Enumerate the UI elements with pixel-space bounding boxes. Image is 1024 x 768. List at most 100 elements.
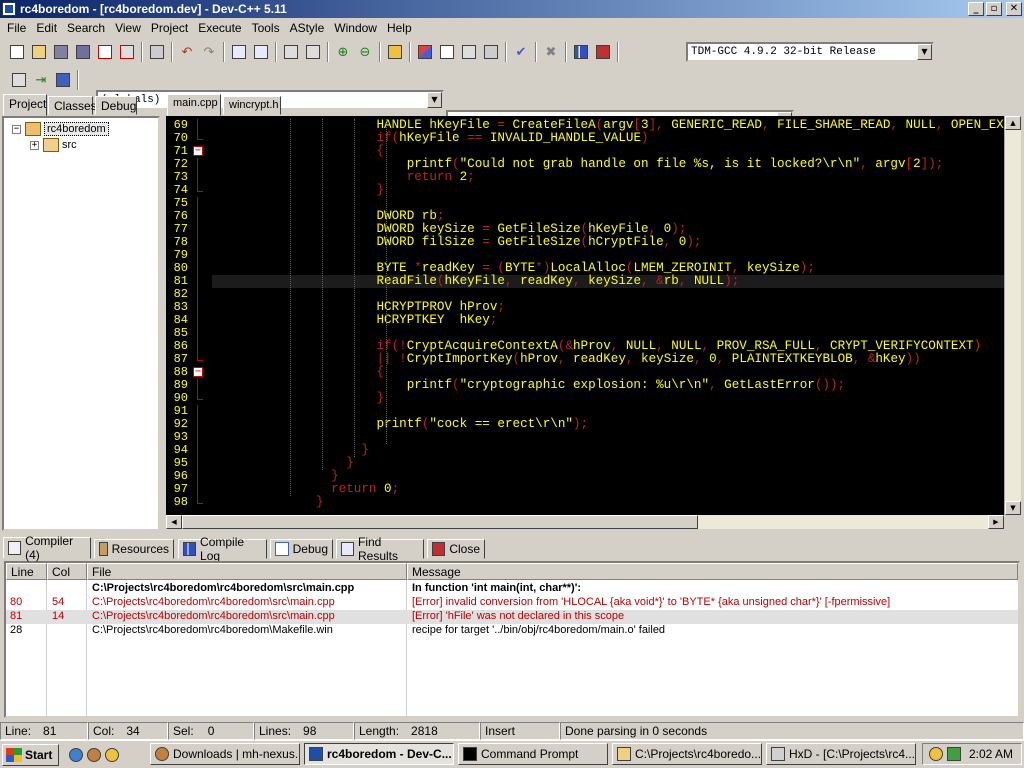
menu-execute[interactable]: Execute bbox=[193, 21, 246, 35]
tab-wincrypt-h[interactable]: wincrypt.h bbox=[223, 96, 281, 115]
search-tray-icon[interactable] bbox=[928, 747, 943, 761]
internet-explorer-icon[interactable] bbox=[69, 747, 84, 762]
code-editor[interactable]: 69 70 71 72 73 74 75 76 77 78 79 80 81 82 83 84 85 86 87 88… bbox=[166, 116, 1004, 515]
tab-resources[interactable]: Resources bbox=[94, 539, 174, 559]
expand-icon[interactable]: + bbox=[30, 140, 39, 150]
tree-item-root[interactable]: − rc4boredom bbox=[12, 122, 109, 136]
tab-classes[interactable]: Classes bbox=[48, 96, 97, 115]
search-icon[interactable] bbox=[105, 747, 120, 762]
taskbar-item-hxd[interactable]: HxD - [C:\Projects\rc4... bbox=[766, 743, 916, 765]
tab-compile-log[interactable]: Compile Log bbox=[178, 535, 267, 563]
print-icon[interactable] bbox=[146, 41, 168, 63]
network-tray-icon[interactable] bbox=[946, 747, 961, 761]
minimize-button[interactable]: _ bbox=[968, 2, 984, 16]
remove-from-project-icon[interactable]: ⊖ bbox=[354, 41, 376, 63]
table-row[interactable]: 28 C:\Projects\rc4boredom\rc4boredom\Make… bbox=[6, 624, 1018, 638]
code-line[interactable]: ReadFile(hKeyFile, readKey, keySize, &rb… bbox=[316, 275, 739, 288]
menu-search[interactable]: Search bbox=[62, 21, 110, 35]
taskbar-item-downloads[interactable]: Downloads | mh-nexus... bbox=[150, 743, 300, 765]
fold-collapse-icon[interactable]: − bbox=[193, 146, 203, 156]
code-line[interactable]: } bbox=[316, 184, 384, 197]
editor-vertical-scrollbar[interactable]: ▲ ▼ bbox=[1004, 116, 1021, 515]
firefox-icon[interactable] bbox=[87, 747, 102, 762]
compiler-select[interactable]: TDM-GCC 4.9.2 32-bit Release ▼ bbox=[686, 42, 934, 62]
scroll-up-icon[interactable]: ▲ bbox=[1005, 116, 1021, 130]
tab-debug[interactable]: Debug bbox=[95, 96, 137, 115]
goto-line-icon[interactable] bbox=[280, 41, 302, 63]
restore-button[interactable]: ▫ bbox=[986, 2, 1002, 16]
table-row[interactable]: 81 14 C:\Projects\rc4boredom\rc4boredom\sr… bbox=[6, 610, 1018, 624]
tab-find-results[interactable]: Find Results bbox=[336, 535, 424, 563]
save-all-icon[interactable] bbox=[72, 41, 94, 63]
taskbar-item-command-prompt[interactable]: Command Prompt bbox=[458, 743, 608, 765]
code-line[interactable]: DWORD filSize = GetFileSize(hCryptFile, … bbox=[316, 236, 701, 249]
menu-file[interactable]: File bbox=[2, 21, 31, 35]
rebuild-all-icon[interactable] bbox=[480, 41, 502, 63]
compile-icon[interactable] bbox=[414, 41, 436, 63]
compiler-messages-table[interactable]: Line Col File Message C:\Projects\rc4bor… bbox=[4, 561, 1020, 718]
table-row[interactable]: 80 54 C:\Projects\rc4boredom\rc4boredom\sr… bbox=[6, 596, 1018, 610]
goto-declaration-icon[interactable]: ⇥ bbox=[30, 69, 52, 91]
column-header-line[interactable]: Line bbox=[6, 563, 47, 580]
compile-run-icon[interactable] bbox=[458, 41, 480, 63]
add-to-project-icon[interactable]: ⊕ bbox=[332, 41, 354, 63]
menu-view[interactable]: View bbox=[110, 21, 146, 35]
code-line[interactable]: HCRYPTKEY hKey; bbox=[316, 314, 497, 327]
syntax-check-icon[interactable]: ✔ bbox=[510, 41, 532, 63]
menu-help[interactable]: Help bbox=[382, 21, 417, 35]
fold-collapse-icon[interactable]: − bbox=[193, 367, 203, 377]
menu-astyle[interactable]: AStyle bbox=[285, 21, 330, 35]
clock[interactable]: 2:02 AM bbox=[969, 747, 1013, 761]
devcpp-app-icon[interactable] bbox=[2, 2, 16, 16]
stop-execution-icon[interactable]: ✖ bbox=[540, 41, 562, 63]
close-file-icon[interactable] bbox=[94, 41, 116, 63]
find-icon[interactable] bbox=[228, 41, 250, 63]
project-options-icon[interactable] bbox=[384, 41, 406, 63]
replace-icon[interactable] bbox=[250, 41, 272, 63]
tab-main-cpp[interactable]: main.cpp bbox=[167, 94, 221, 116]
run-icon[interactable] bbox=[436, 41, 458, 63]
code-line[interactable]: || !CryptImportKey(hProv, readKey, keySi… bbox=[316, 353, 920, 366]
scroll-left-icon[interactable]: ◀ bbox=[166, 515, 182, 529]
menu-tools[interactable]: Tools bbox=[247, 21, 285, 35]
title-bar[interactable]: rc4boredom - [rc4boredom.dev] - Dev-C++ … bbox=[0, 0, 1024, 18]
save-icon[interactable] bbox=[50, 41, 72, 63]
menu-edit[interactable]: Edit bbox=[31, 21, 62, 35]
chevron-down-icon[interactable]: ▼ bbox=[917, 44, 932, 60]
start-button[interactable]: Start bbox=[2, 743, 60, 766]
undo-icon[interactable]: ↶ bbox=[176, 41, 198, 63]
menu-window[interactable]: Window bbox=[329, 21, 382, 35]
tab-debug-output[interactable]: Debug bbox=[270, 539, 333, 559]
delete-profile-icon[interactable] bbox=[592, 41, 614, 63]
column-header-col[interactable]: Col bbox=[47, 563, 87, 580]
menu-project[interactable]: Project bbox=[146, 21, 193, 35]
close-all-icon[interactable] bbox=[116, 41, 138, 63]
insert-icon[interactable] bbox=[8, 69, 30, 91]
tab-project[interactable]: Project bbox=[3, 94, 47, 116]
code-line[interactable]: return 0; bbox=[316, 483, 399, 496]
column-header-file[interactable]: File bbox=[87, 563, 407, 580]
scroll-right-icon[interactable]: ▶ bbox=[988, 515, 1004, 529]
open-project-icon[interactable] bbox=[28, 41, 50, 63]
new-file-icon[interactable] bbox=[6, 41, 28, 63]
tab-close[interactable]: Close bbox=[427, 539, 485, 559]
collapse-icon[interactable]: − bbox=[12, 124, 21, 134]
goto-definition-icon[interactable] bbox=[52, 69, 74, 91]
toggle-bookmark-icon[interactable] bbox=[302, 41, 324, 63]
scrollbar-thumb[interactable] bbox=[182, 515, 698, 529]
taskbar-item-devcpp[interactable]: rc4boredom - Dev-C... bbox=[304, 743, 454, 765]
close-window-button[interactable]: ✕ bbox=[1006, 2, 1022, 16]
tab-compiler[interactable]: Compiler (4) bbox=[3, 534, 91, 562]
scroll-down-icon[interactable]: ▼ bbox=[1005, 501, 1021, 515]
table-row[interactable]: C:\Projects\rc4boredom\rc4boredom\src\ma… bbox=[6, 582, 1018, 596]
chevron-down-icon[interactable]: ▼ bbox=[427, 92, 442, 108]
editor-horizontal-scrollbar[interactable]: ◀ ▶ bbox=[166, 515, 1004, 529]
column-header-message[interactable]: Message bbox=[407, 563, 1018, 580]
tree-item-src[interactable]: + src bbox=[30, 138, 77, 152]
code-line[interactable]: printf("cock == erect\r\n"); bbox=[316, 418, 588, 431]
redo-icon[interactable]: ↷ bbox=[198, 41, 220, 63]
code-line[interactable]: } bbox=[316, 392, 384, 405]
taskbar-item-explorer[interactable]: C:\Projects\rc4boredo... bbox=[612, 743, 762, 765]
code-line[interactable]: printf("cryptographic explosion: %u\r\n"… bbox=[316, 379, 845, 392]
code-line[interactable]: } bbox=[316, 496, 324, 509]
